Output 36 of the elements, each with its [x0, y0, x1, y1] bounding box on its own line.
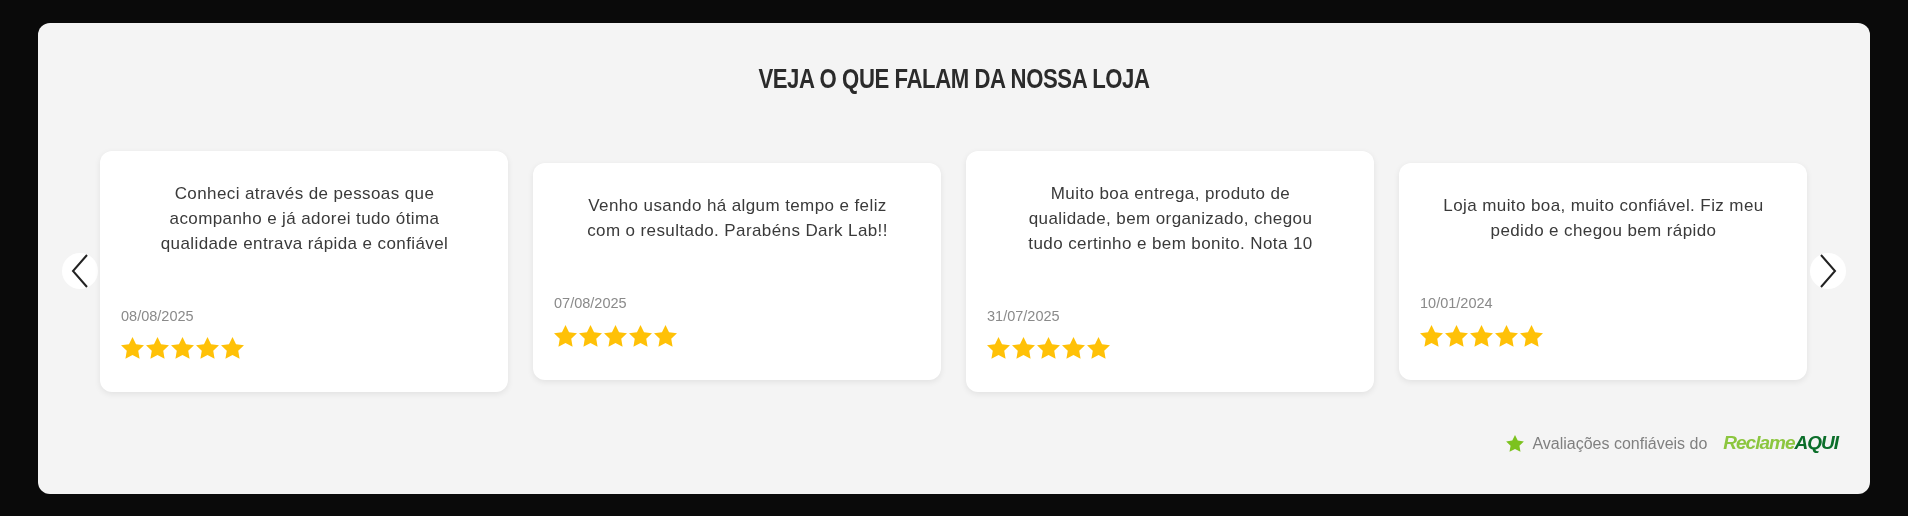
review-date: 31/07/2025: [987, 306, 1061, 326]
star-icon: [1470, 324, 1493, 347]
review-text: Conheci através de pessoas que acompanho e já adorei tudo ótima qualidade entrava rápida e confiável: [159, 182, 450, 255]
star-icon: [1062, 337, 1085, 360]
star-icon: [221, 337, 244, 360]
review-text: Venho usando há algum tempo e feliz com o resultado. Parabéns Dark Lab!!: [586, 195, 889, 242]
trust-caption: Avaliações confiáveis do: [1532, 433, 1708, 454]
star-icon: [171, 337, 194, 360]
star-icon: [196, 337, 219, 360]
review-date: 07/08/2025: [554, 294, 628, 313]
star-icon: [1445, 324, 1468, 347]
star-icon: [604, 324, 627, 347]
review-text: Loja muito boa, muito confiável. Fiz meu pedido e chegou bem rápido: [1442, 195, 1765, 242]
star-icon: [629, 324, 652, 347]
star-icon: [579, 324, 602, 347]
review-date: 10/01/2024: [1420, 294, 1494, 313]
star-icon: [1520, 324, 1543, 347]
chevron-left-icon: [71, 254, 89, 289]
star-icon: [987, 337, 1010, 360]
review-text: Muito boa entrega, produto de qualidade, bem organizado, chegou tudo certinho e bem bonito. Nota 10: [1027, 182, 1314, 255]
previous-button[interactable]: [62, 253, 98, 290]
star-icon: [1012, 337, 1035, 360]
star-icon: [1087, 337, 1110, 360]
brand-logo[interactable]: ReclameAQUI: [1723, 429, 1838, 458]
star-icon: [554, 324, 577, 347]
star-icon: [1506, 435, 1525, 453]
star-icon: [146, 337, 169, 360]
chevron-right-icon: [1819, 254, 1837, 289]
section-title: VEJA O QUE FALAM DA NOSSA LOJA: [757, 63, 1151, 96]
next-button[interactable]: [1810, 253, 1846, 290]
star-icon: [1420, 324, 1443, 347]
star-icon: [1495, 324, 1518, 347]
star-icon: [121, 337, 144, 360]
star-icon: [654, 324, 677, 347]
review-date: 08/08/2025: [121, 306, 195, 326]
star-icon: [1037, 337, 1060, 360]
